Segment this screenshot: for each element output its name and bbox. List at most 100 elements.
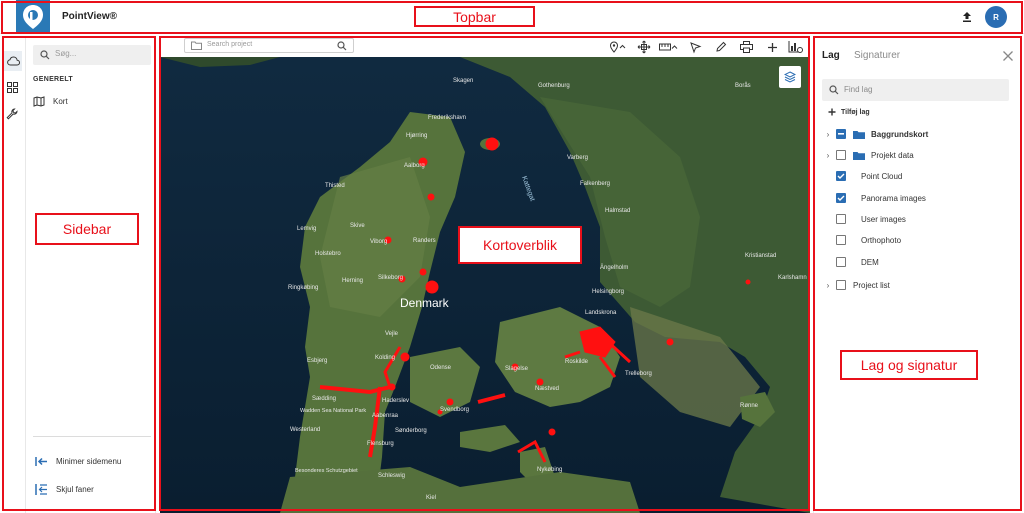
layer-checkbox[interactable]: [836, 235, 846, 245]
avatar[interactable]: R: [985, 6, 1007, 28]
layer-row[interactable]: › Projekt data: [824, 148, 914, 162]
plus-icon[interactable]: [765, 40, 779, 54]
layer-checkbox[interactable]: [836, 193, 846, 203]
location-pin-icon[interactable]: [609, 40, 627, 54]
sidebar: Søg... GENERELT Kort Minimer sidemenu Sk…: [26, 37, 156, 513]
folder-icon: [853, 130, 865, 139]
move-icon[interactable]: [637, 40, 651, 54]
layer-label: DEM: [861, 257, 879, 267]
map-label: Viborg: [370, 239, 387, 245]
annotation-label-right: Lag og signatur: [840, 350, 978, 380]
folder-icon: [191, 41, 202, 50]
map-label: Helsingborg: [592, 289, 624, 295]
chevron-right-icon[interactable]: ›: [824, 281, 832, 290]
search-icon: [337, 41, 347, 51]
map-label: Borås: [735, 82, 751, 89]
map-label: Kiel: [426, 495, 436, 501]
layer-search-input[interactable]: Find lag: [822, 79, 1009, 101]
cloud-icon[interactable]: [2, 51, 22, 71]
grid-icon[interactable]: [2, 77, 22, 97]
map-label: Falkenberg: [580, 181, 610, 187]
icon-rail: [0, 37, 26, 513]
map-label: Silkeborg: [378, 275, 403, 281]
sidebar-item-kort[interactable]: Kort: [33, 94, 143, 108]
hide-tabs-button[interactable]: Skjul faner: [35, 483, 94, 496]
add-layer-label: Tilføj lag: [841, 108, 870, 116]
layers-panel: Lag Signaturer Find lag Tilføj lag › Bag…: [813, 37, 1024, 513]
layer-label: User images: [861, 214, 906, 224]
pencil-icon[interactable]: [714, 40, 728, 54]
upload-icon[interactable]: [960, 10, 974, 24]
chart-settings-icon[interactable]: [788, 40, 804, 54]
tab-signaturer[interactable]: Signaturer: [854, 50, 900, 61]
wrench-icon[interactable]: [2, 104, 22, 124]
map-label: Roskilde: [565, 359, 589, 365]
map-label: Sædding: [312, 396, 336, 402]
add-layer-button[interactable]: Tilføj lag: [828, 108, 870, 116]
map-label: Odense: [430, 365, 452, 371]
project-search-input[interactable]: Search project: [184, 38, 354, 53]
layer-row[interactable]: Panorama images: [836, 191, 926, 205]
print-icon[interactable]: [739, 40, 753, 54]
map-label: Gothenburg: [538, 83, 570, 89]
chevron-right-icon[interactable]: ›: [824, 130, 832, 139]
layers-toggle-button[interactable]: [779, 66, 801, 88]
search-icon: [40, 50, 50, 60]
map-label: Skive: [350, 223, 365, 229]
layer-row[interactable]: Orthophoto: [836, 233, 901, 247]
map-label: Aalborg: [404, 163, 425, 169]
layer-row[interactable]: User images: [836, 212, 906, 226]
map-label: Svendborg: [440, 407, 469, 413]
layer-label: Baggrundskort: [871, 129, 929, 139]
layer-checkbox[interactable]: [836, 257, 846, 267]
layer-row[interactable]: DEM: [836, 255, 879, 269]
layer-label: Point Cloud: [861, 171, 903, 181]
layer-search-placeholder: Find lag: [844, 85, 873, 94]
layer-checkbox[interactable]: [836, 129, 846, 139]
map-label: Kristianstad: [745, 253, 776, 259]
map-label: Wadden Sea National Park: [300, 408, 366, 414]
layer-label: Projekt data: [871, 150, 914, 160]
map-label: Aabenraa: [372, 413, 399, 419]
folder-icon: [853, 151, 865, 160]
minimize-sidemenu-button[interactable]: Minimer sidemenu: [35, 456, 121, 467]
layer-checkbox[interactable]: [836, 150, 846, 160]
map-canvas[interactable]: Skagen Frederikshavn Hjørring Aalborg Go…: [160, 57, 810, 513]
map-label: Sønderborg: [395, 428, 427, 434]
map-toolbar: Search project: [160, 37, 810, 57]
layer-row[interactable]: › Baggrundskort: [824, 127, 928, 141]
layer-checkbox[interactable]: [836, 280, 846, 290]
sidebar-divider: [33, 436, 151, 437]
layer-row[interactable]: Point Cloud: [836, 169, 902, 183]
map-label: Frederikshavn: [428, 115, 466, 121]
map-label: Landskrona: [585, 310, 617, 316]
select-icon[interactable]: [688, 40, 702, 54]
sidebar-search-placeholder: Søg...: [55, 49, 77, 58]
map-label: Kolding: [375, 355, 395, 361]
search-icon: [829, 85, 839, 95]
measure-icon[interactable]: [659, 40, 679, 54]
map-label: Slagelse: [505, 366, 529, 372]
tab-lag[interactable]: Lag: [822, 50, 840, 61]
map-label: Varberg: [567, 155, 588, 161]
layer-checkbox[interactable]: [836, 171, 846, 181]
map-label: Trelleborg: [625, 371, 652, 377]
map-view: Search project Skagen Frederikshavn Hjør…: [160, 37, 810, 513]
map-label: Esbjerg: [307, 358, 327, 364]
layer-checkbox[interactable]: [836, 214, 846, 224]
layer-row[interactable]: › Project list: [824, 278, 890, 292]
sidebar-item-label: Kort: [53, 96, 68, 106]
chevron-right-icon[interactable]: ›: [824, 151, 832, 160]
plus-icon: [828, 108, 836, 116]
sidebar-search-input[interactable]: Søg...: [33, 45, 151, 65]
pointview-logo[interactable]: [16, 0, 50, 34]
map-icon: [33, 95, 45, 107]
map-label: Thisted: [325, 183, 345, 189]
layer-label: Panorama images: [861, 193, 926, 203]
annotation-label-topbar: Topbar: [414, 6, 535, 27]
hide-tabs-label: Skjul faner: [56, 485, 94, 494]
map-label: Herning: [342, 278, 363, 284]
map-label: Besonderes Schutzgebiet: [295, 468, 358, 474]
close-icon[interactable]: [1002, 49, 1014, 61]
map-label: Karlshamn: [778, 275, 807, 281]
